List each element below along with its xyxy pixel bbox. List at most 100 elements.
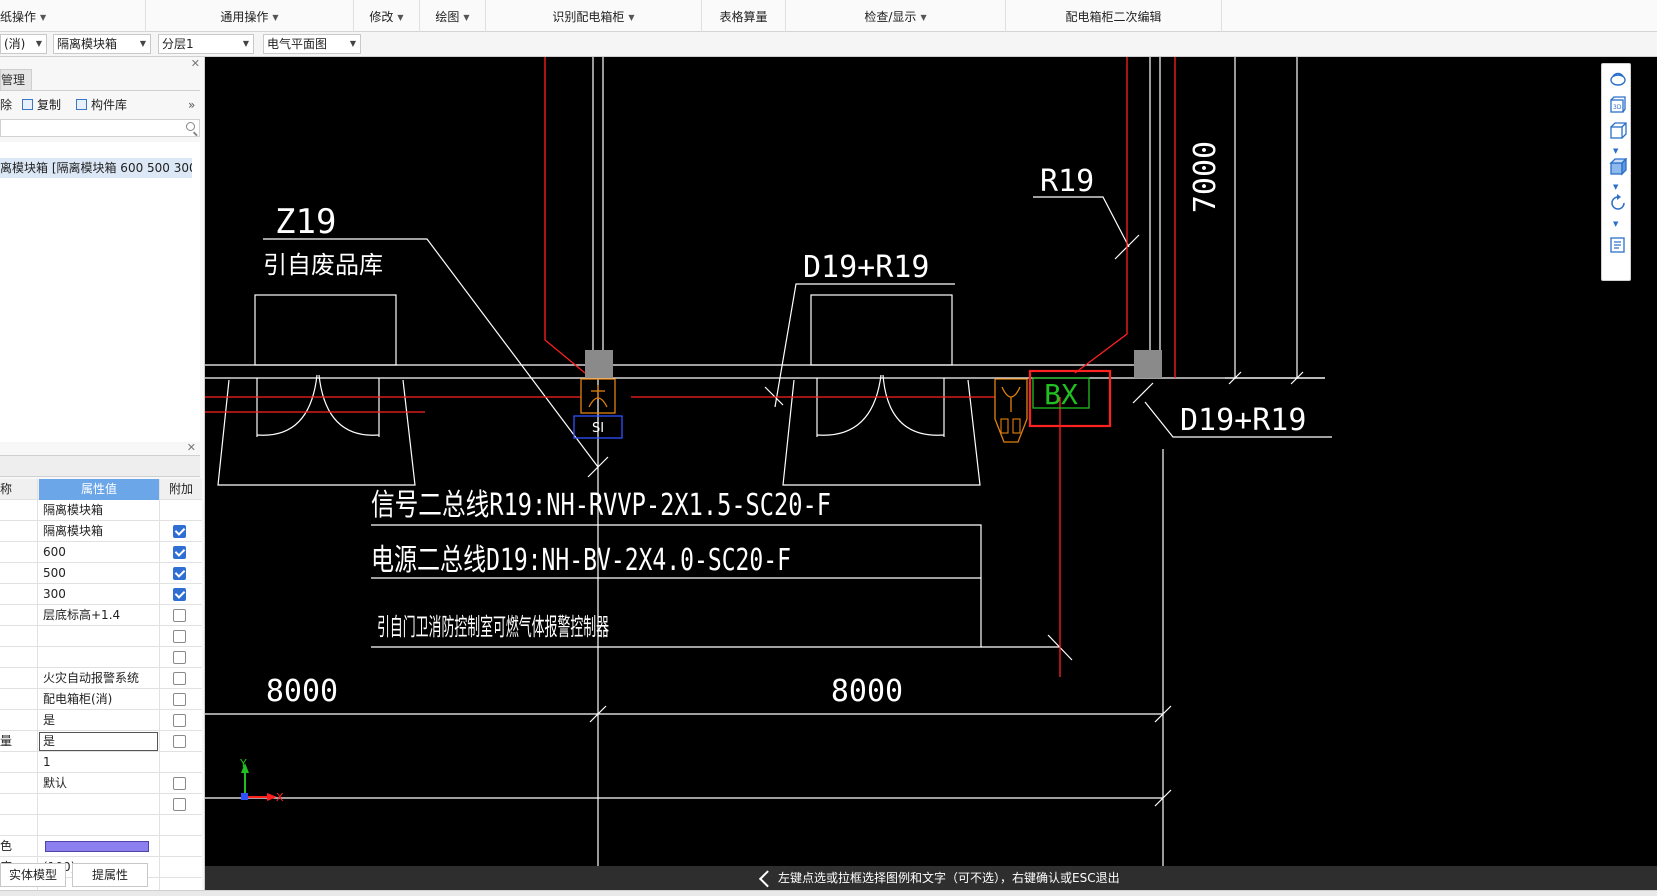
attach-checkbox[interactable] <box>173 630 186 643</box>
property-value[interactable]: 500 <box>39 563 160 584</box>
property-value[interactable] <box>39 647 160 668</box>
property-value[interactable] <box>39 626 160 647</box>
drawing-svg[interactable]: SI BX Z19 引自废品库 D19+R19 R19 7000 D19+R19… <box>205 57 1657 866</box>
table-row[interactable]: 层底标高+1.4 <box>0 605 202 626</box>
property-edit-input[interactable]: 是 <box>39 732 158 751</box>
table-row[interactable]: 隔离模块箱 <box>0 521 202 542</box>
attach-checkbox[interactable] <box>173 777 186 790</box>
dropdown-value: (消) <box>4 37 26 51</box>
attach-checkbox[interactable] <box>173 714 186 727</box>
property-value[interactable] <box>39 815 160 836</box>
library-button[interactable]: 构件库 <box>76 94 127 116</box>
table-row[interactable]: 火灾自动报警系统 <box>0 668 202 689</box>
property-value[interactable] <box>39 794 160 815</box>
property-add-cell <box>161 521 201 542</box>
menu-panel-secondary-edit[interactable]: 配电箱柜二次编辑 <box>1006 0 1222 32</box>
leader-line <box>774 283 955 408</box>
library-label: 构件库 <box>91 98 128 112</box>
table-row[interactable] <box>0 794 202 815</box>
table-row[interactable]: 300 <box>0 584 202 605</box>
table-row[interactable] <box>0 815 202 836</box>
label-z19: Z19 <box>275 202 336 242</box>
attach-checkbox[interactable] <box>173 588 186 601</box>
property-value[interactable]: 300 <box>39 584 160 605</box>
pipe-block <box>1134 350 1162 378</box>
attach-checkbox[interactable] <box>173 651 186 664</box>
drawing-dropdown[interactable]: 电气平面图 ▼ <box>263 34 361 54</box>
property-value[interactable]: 是 <box>39 710 160 731</box>
table-row[interactable]: 色 <box>0 836 202 857</box>
menu-table-quantity[interactable]: 表格算量 <box>702 0 786 32</box>
more-button[interactable]: » <box>188 94 195 116</box>
attach-checkbox[interactable] <box>173 735 186 748</box>
tab-extract-properties[interactable]: 提属性 <box>72 863 148 887</box>
rotate-icon[interactable] <box>1609 194 1627 212</box>
property-value[interactable] <box>39 836 160 857</box>
color-swatch[interactable] <box>45 841 149 852</box>
cad-canvas[interactable]: SI BX Z19 引自废品库 D19+R19 R19 7000 D19+R19… <box>205 57 1657 866</box>
door-swing <box>318 374 380 436</box>
menu-common-ops[interactable]: 通用操作 ▼ <box>146 0 354 32</box>
property-value[interactable]: 是 <box>39 731 160 752</box>
chevron-down-icon: ▼ <box>35 39 42 48</box>
table-row[interactable]: 是 <box>0 710 202 731</box>
si-label: SI <box>592 421 604 436</box>
table-row[interactable]: 默认 <box>0 773 202 794</box>
property-value[interactable]: 默认 <box>39 773 160 794</box>
search-input[interactable] <box>0 119 200 137</box>
table-row[interactable]: 量是 <box>0 731 202 752</box>
system-dropdown[interactable]: (消) ▼ <box>0 34 47 54</box>
table-row[interactable] <box>0 647 202 668</box>
tab-management[interactable]: 管理 <box>0 69 32 91</box>
property-value[interactable]: 配电箱柜(消) <box>39 689 160 710</box>
table-row[interactable]: 1 <box>0 752 202 773</box>
table-row[interactable]: 隔离模块箱 <box>0 500 202 521</box>
property-value[interactable]: 隔离模块箱 <box>39 521 160 542</box>
property-add-cell <box>161 815 201 836</box>
property-value[interactable]: 层底标高+1.4 <box>39 605 160 626</box>
tree-item-selected[interactable]: 离模块箱 [隔离模块箱 600 500 300] <box>0 158 192 178</box>
3d-icon[interactable]: 3D <box>1609 96 1627 114</box>
menu-label: 表格算量 <box>719 10 768 24</box>
copy-button[interactable]: 复制 <box>22 94 61 116</box>
table-row[interactable]: 600 <box>0 542 202 563</box>
close-icon[interactable]: ✕ <box>187 441 196 454</box>
attach-checkbox[interactable] <box>173 546 186 559</box>
menu-check-display[interactable]: 检查/显示 ▼ <box>786 0 1006 32</box>
table-row[interactable] <box>0 626 202 647</box>
isolator-symbol <box>1000 418 1009 434</box>
tab-solid-model[interactable]: 实体模型 <box>0 863 66 887</box>
property-value[interactable]: 隔离模块箱 <box>39 500 160 521</box>
property-value[interactable]: 火灾自动报警系统 <box>39 668 160 689</box>
attach-checkbox[interactable] <box>173 672 186 685</box>
attach-checkbox[interactable] <box>173 525 186 538</box>
layer-dropdown[interactable]: 分层1 ▼ <box>158 34 254 54</box>
delete-button[interactable]: 除 <box>0 94 12 116</box>
select-arrow-icon <box>758 870 776 888</box>
table-row[interactable]: 配电箱柜(消) <box>0 689 202 710</box>
cube-solid-icon[interactable] <box>1609 158 1627 176</box>
attach-checkbox[interactable] <box>173 693 186 706</box>
attach-checkbox[interactable] <box>173 609 186 622</box>
attach-checkbox[interactable] <box>173 567 186 580</box>
axis-y-label: Y <box>239 757 247 770</box>
property-name <box>0 500 38 521</box>
chevron-down-icon[interactable]: ▼ <box>1613 183 1618 191</box>
attach-checkbox[interactable] <box>173 798 186 811</box>
property-value[interactable]: 600 <box>39 542 160 563</box>
menu-modify[interactable]: 修改 ▼ <box>354 0 420 32</box>
list-icon[interactable] <box>1609 236 1627 254</box>
component-type-dropdown[interactable]: 隔离模块箱 ▼ <box>53 34 151 54</box>
cube-icon[interactable] <box>1609 122 1627 140</box>
chevron-down-icon[interactable]: ▼ <box>1613 220 1618 228</box>
table-row[interactable]: 500 <box>0 563 202 584</box>
menu-draw[interactable]: 绘图 ▼ <box>420 0 486 32</box>
property-value[interactable]: 1 <box>39 752 160 773</box>
chevron-down-icon[interactable]: ▼ <box>1613 147 1618 155</box>
menu-identify-panels[interactable]: 识别配电箱柜 ▼ <box>486 0 702 32</box>
menu-drawing-ops[interactable]: 纸操作 ▼ <box>0 0 146 32</box>
pipe-block <box>585 350 613 378</box>
status-bar: 左键点选或拉框选择图例和文字（可不选），右键确认或ESC退出 <box>205 866 1657 890</box>
chevron-down-icon: ▼ <box>628 13 635 22</box>
orbit-icon[interactable] <box>1609 70 1627 88</box>
